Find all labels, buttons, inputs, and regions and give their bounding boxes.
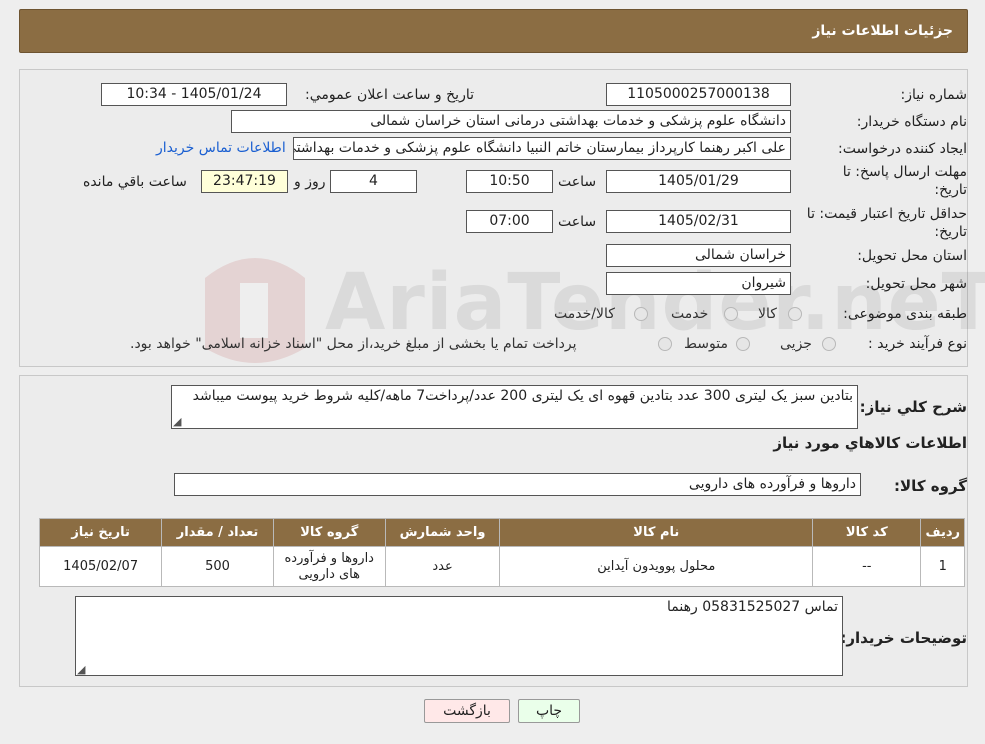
- deadline-days-field: 4: [330, 170, 417, 193]
- col-row-number: رديف: [920, 518, 965, 547]
- remaining-time-field: 23:47:19: [201, 170, 288, 193]
- items-table-header: رديف کد کالا نام کالا واحد شمارش گروه کا…: [38, 518, 965, 547]
- category-label: طبقه بندی موضوعی:: [843, 306, 967, 322]
- city-label: شهر محل تحویل:: [865, 276, 967, 292]
- cell-need-date: 1405/02/07: [38, 546, 163, 587]
- cell-goods-group: داروها و فرآورده های دارویی: [272, 546, 386, 587]
- buyer-org-field: دانشگاه علوم پزشکی و خدمات بهداشتی درمان…: [231, 110, 791, 133]
- buyer-notes-textarea[interactable]: تماس 05831525027 رهنما: [75, 596, 843, 676]
- print-button[interactable]: چاپ: [518, 699, 580, 723]
- cell-goods-code: --: [812, 546, 922, 587]
- process-option-medium: متوسط: [684, 336, 728, 352]
- items-section-title: اطلاعات کالاهاي مورد نياز: [773, 434, 967, 452]
- category-option-goods: کالا: [758, 306, 777, 322]
- col-need-date: تاريخ نياز: [38, 518, 163, 547]
- buyer-org-label: نام دستگاه خريدار:: [856, 114, 967, 130]
- description-label: شرح کلي نياز:: [859, 398, 967, 416]
- col-quantity: تعداد / مقدار: [161, 518, 274, 547]
- deadline-label-2: تاریخ:: [934, 182, 967, 198]
- goods-group-label: گروه کالا:: [894, 477, 967, 495]
- cell-quantity: 500: [161, 546, 274, 587]
- table-row: 1 -- محلول پوویدون آیداین عدد داروها و ف…: [38, 546, 965, 587]
- remaining-time-label: ساعت باقي مانده: [83, 174, 187, 190]
- process-option-minor: جزیی: [780, 336, 812, 352]
- process-note: پرداخت تمام یا بخشی از مبلغ خرید،از محل …: [130, 336, 577, 352]
- goods-group-field: داروها و فرآورده های دارویی: [174, 473, 861, 496]
- need-number-label: شماره نیاز:: [900, 87, 968, 103]
- requester-field: علی اکبر رهنما کارپرداز بیمارستان خاتم ا…: [293, 137, 791, 160]
- description-text: بتادین سبز یک لیتری 300 عدد بتادین قهوه …: [192, 388, 853, 404]
- process-radio-medium[interactable]: [736, 337, 750, 351]
- page-header: جزئیات اطلاعات نیاز: [19, 9, 968, 53]
- col-goods-name: نام کالا: [499, 518, 814, 547]
- buyer-notes-text: تماس 05831525027 رهنما: [667, 599, 838, 615]
- deadline-label: مهلت ارسال پاسخ: تا: [842, 164, 967, 180]
- category-radio-goods[interactable]: [788, 307, 802, 321]
- deadline-time-field: 10:50: [466, 170, 553, 193]
- resize-grip-icon: ◢: [173, 415, 182, 428]
- buyer-notes-label: توضيحات خريدار:: [840, 629, 967, 647]
- deadline-days-label: روز و: [294, 174, 326, 190]
- buyer-contact-link[interactable]: اطلاعات تماس خريدار: [156, 140, 286, 156]
- validity-label: حداقل تاريخ اعتبار قيمت: تا: [806, 206, 967, 222]
- category-option-service: خدمت: [671, 306, 709, 322]
- cell-unit: عدد: [384, 546, 501, 587]
- deadline-time-label: ساعت: [558, 174, 597, 190]
- cell-row-number: 1: [920, 546, 965, 587]
- validity-time-field: 07:00: [466, 210, 553, 233]
- need-number-field: 1105000257000138: [606, 83, 791, 106]
- category-option-both: کالا/خدمت: [554, 306, 615, 322]
- city-field: شیروان: [606, 272, 791, 295]
- back-button[interactable]: بازگشت: [424, 699, 510, 723]
- col-goods-code: کد کالا: [812, 518, 922, 547]
- page-title: جزئیات اطلاعات نیاز: [812, 23, 953, 39]
- announce-field: 1405/01/24 - 10:34: [101, 83, 287, 106]
- deadline-date-field: 1405/01/29: [606, 170, 791, 193]
- resize-grip-icon: ◢: [77, 663, 86, 676]
- validity-time-label: ساعت: [558, 214, 597, 230]
- description-textarea[interactable]: بتادین سبز یک لیتری 300 عدد بتادین قهوه …: [171, 385, 858, 429]
- cell-goods-name: محلول پوویدون آیداین: [499, 546, 814, 587]
- validity-date-field: 1405/02/31: [606, 210, 791, 233]
- province-field: خراسان شمالی: [606, 244, 791, 267]
- category-radio-both[interactable]: [634, 307, 648, 321]
- category-radio-service[interactable]: [724, 307, 738, 321]
- validity-label-2: تاريخ:: [934, 224, 967, 240]
- announce-label: تاريخ و ساعت اعلان عمومي:: [305, 87, 474, 103]
- col-goods-group: گروه کالا: [272, 518, 386, 547]
- province-label: استان محل تحویل:: [857, 248, 967, 264]
- col-unit: واحد شمارش: [384, 518, 501, 547]
- requester-label: ایجاد کننده درخواست:: [838, 141, 967, 157]
- process-label: نوع فرآيند خريد :: [868, 336, 967, 352]
- items-table: رديف کد کالا نام کالا واحد شمارش گروه کا…: [38, 518, 965, 587]
- process-radio-treasury[interactable]: [658, 337, 672, 351]
- process-radio-minor[interactable]: [822, 337, 836, 351]
